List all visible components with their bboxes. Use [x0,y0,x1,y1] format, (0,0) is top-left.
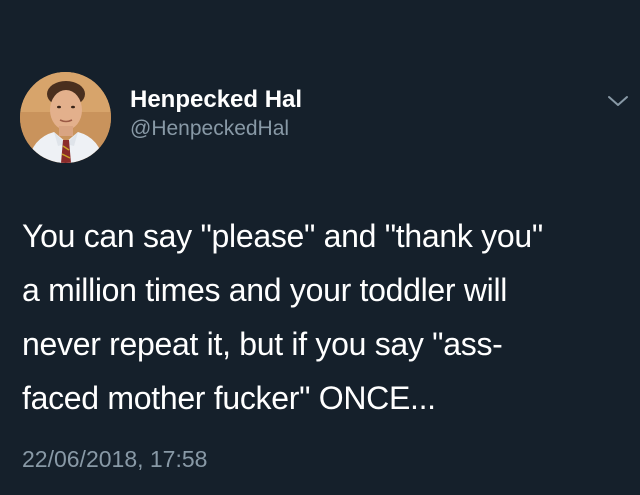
tweet-text-line: never repeat it, but if you say "ass- [22,326,503,362]
tweet-menu-button[interactable] [606,92,630,110]
author-handle[interactable]: @HenpeckedHal [130,117,289,141]
tweet-card: Henpecked Hal @HenpeckedHal You can say … [0,0,640,495]
author-display-name[interactable]: Henpecked Hal [130,86,302,114]
tweet-text-line: faced mother fucker" ONCE... [22,380,436,416]
tweet-text-line: You can say "please" and "thank you" [22,218,543,254]
avatar[interactable] [20,72,111,163]
chevron-down-icon [608,96,628,106]
profile-photo-icon [20,72,111,163]
tweet-timestamp[interactable]: 22/06/2018, 17:58 [22,446,207,473]
tweet-text-line: a million times and your toddler will [22,272,508,308]
tweet-text: You can say "please" and "thank you" a m… [22,209,632,425]
